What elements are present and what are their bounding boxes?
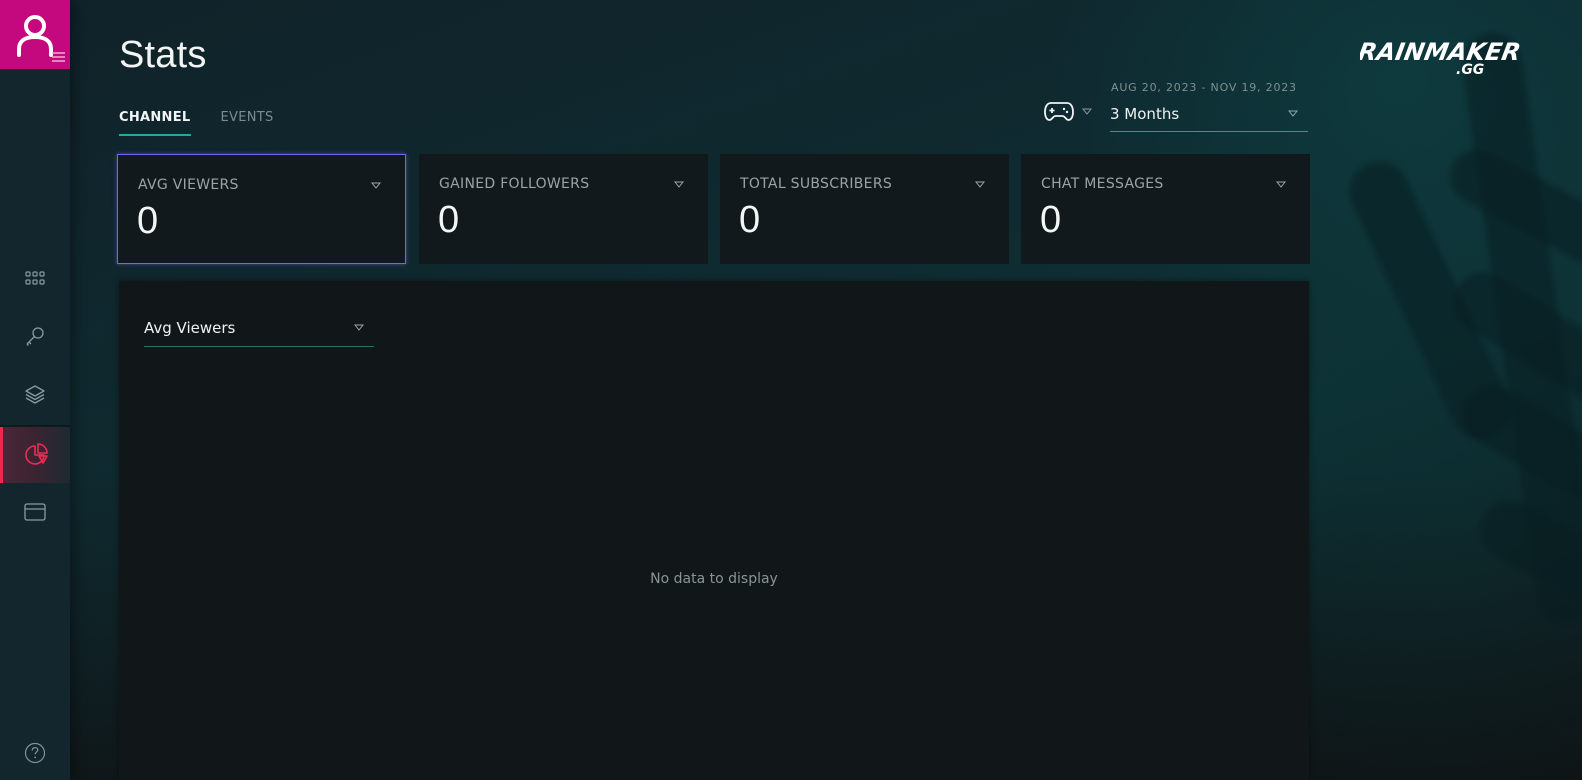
gamepad-icon: [1044, 102, 1074, 121]
stat-value: 0: [739, 199, 761, 241]
hamburger-icon: [52, 52, 65, 62]
chevron-down-icon[interactable]: [1276, 181, 1286, 188]
profile-menu-button[interactable]: [0, 0, 70, 69]
period-dropdown[interactable]: 3 Months: [1110, 96, 1308, 132]
sidebar-item-dashboard[interactable]: [0, 250, 70, 306]
stat-value: 0: [1040, 199, 1062, 241]
tab-channel[interactable]: CHANNEL: [119, 110, 191, 136]
chevron-down-icon: [1082, 108, 1092, 115]
chevron-down-icon: [1288, 110, 1298, 117]
logo-text: RAINMAKER: [1360, 38, 1523, 66]
tab-events[interactable]: EVENTS: [221, 110, 274, 136]
metric-value: Avg Viewers: [144, 318, 236, 337]
empty-state-message: No data to display: [650, 571, 778, 587]
chart-panel: Avg Viewers No data to display: [119, 281, 1309, 780]
chevron-down-icon[interactable]: [674, 181, 684, 188]
page-title: Stats: [119, 34, 207, 76]
key-icon: [26, 327, 44, 346]
chevron-down-icon: [354, 324, 364, 331]
sidebar-item-stats[interactable]: [0, 427, 70, 483]
sidebar: [0, 0, 70, 780]
stat-card-chat-messages[interactable]: CHAT MESSAGES 0: [1021, 154, 1310, 264]
stat-label: AVG VIEWERS: [138, 177, 239, 193]
tab-bar: CHANNEL EVENTS: [119, 110, 274, 136]
game-filter-dropdown[interactable]: [1044, 100, 1092, 122]
chevron-down-icon[interactable]: [371, 182, 381, 189]
sidebar-item-billing[interactable]: [0, 484, 70, 540]
chevron-down-icon[interactable]: [975, 181, 985, 188]
pie-chart-icon: [24, 443, 48, 465]
grid-icon: [25, 271, 45, 285]
card-icon: [24, 503, 46, 521]
stat-label: CHAT MESSAGES: [1041, 176, 1164, 192]
rainmaker-logo: RAINMAKER .GG: [1356, 32, 1530, 81]
stat-card-gained-followers[interactable]: GAINED FOLLOWERS 0: [419, 154, 708, 264]
sidebar-item-keys[interactable]: [0, 308, 70, 364]
layers-icon: [25, 385, 45, 404]
date-range-label: AUG 20, 2023 - NOV 19, 2023: [1111, 81, 1297, 94]
logo-subtext: .GG: [1456, 62, 1484, 77]
stat-card-total-subscribers[interactable]: TOTAL SUBSCRIBERS 0: [720, 154, 1009, 264]
metric-dropdown[interactable]: Avg Viewers: [144, 309, 374, 347]
stat-label: TOTAL SUBSCRIBERS: [740, 176, 893, 192]
help-icon: [24, 742, 46, 764]
period-value: 3 Months: [1110, 104, 1180, 123]
stat-value: 0: [137, 200, 159, 242]
sidebar-item-layers[interactable]: [0, 366, 70, 422]
help-button[interactable]: [0, 725, 70, 780]
stat-card-avg-viewers[interactable]: AVG VIEWERS 0: [117, 154, 406, 264]
user-icon: [17, 14, 53, 57]
stat-value: 0: [438, 199, 460, 241]
stat-label: GAINED FOLLOWERS: [439, 176, 590, 192]
